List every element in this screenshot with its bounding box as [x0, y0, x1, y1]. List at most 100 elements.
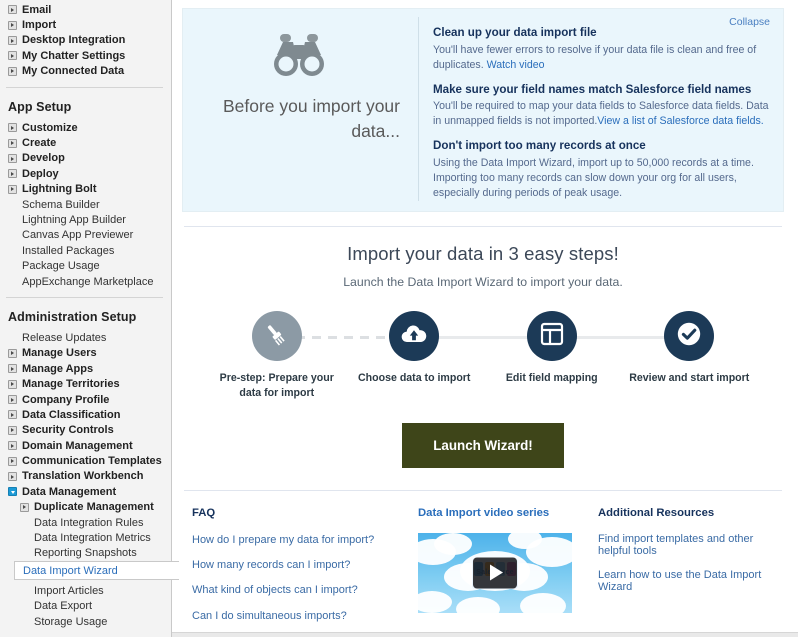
sidebar-item-label: Storage Usage — [34, 616, 107, 628]
sidebar-item-label: Import Articles — [34, 585, 104, 597]
sidebar-item-label: Create — [22, 137, 56, 149]
chevron-right-icon[interactable] — [8, 441, 17, 450]
play-icon[interactable] — [473, 557, 517, 588]
chevron-right-icon[interactable] — [8, 472, 17, 481]
launch-wizard-button[interactable]: Launch Wizard! — [402, 423, 564, 468]
step-edit-field-mapping[interactable]: Edit field mapping — [483, 311, 621, 386]
sidebar-item-domain-management[interactable]: Domain Management — [0, 438, 171, 453]
sidebar-item-translation-workbench[interactable]: Translation Workbench — [0, 469, 171, 484]
sidebar-item-storage-usage[interactable]: Storage Usage — [0, 614, 171, 629]
step-choose-data[interactable]: Choose data to import — [346, 311, 484, 386]
faq-link[interactable]: How many records can I import? — [192, 558, 418, 572]
sidebar-item-label: Email — [22, 4, 51, 16]
sidebar-item-manage-apps[interactable]: Manage Apps — [0, 361, 171, 376]
sidebar-item-package-usage[interactable]: Package Usage — [0, 258, 171, 273]
watch-video-link[interactable]: Watch video — [487, 59, 545, 71]
sidebar-item-my-chatter-settings[interactable]: My Chatter Settings — [0, 48, 171, 63]
sidebar-item-label: Translation Workbench — [22, 470, 143, 482]
sidebar-item-lightning-bolt[interactable]: Lightning Bolt — [0, 182, 171, 197]
chevron-right-icon[interactable] — [8, 410, 17, 419]
sidebar-item-label: Manage Territories — [22, 378, 120, 390]
sidebar-item-data-integration-rules[interactable]: Data Integration Rules — [0, 515, 171, 530]
horizontal-scrollbar[interactable] — [172, 632, 798, 637]
banner-headline: Before you import your data... — [195, 94, 402, 145]
sidebar-item-data-integration-metrics[interactable]: Data Integration Metrics — [0, 530, 171, 545]
sidebar-item-security-controls[interactable]: Security Controls — [0, 423, 171, 438]
chevron-right-icon[interactable] — [20, 503, 29, 512]
step-connector — [434, 336, 533, 339]
chevron-right-icon[interactable] — [8, 169, 17, 178]
sidebar-item-company-profile[interactable]: Company Profile — [0, 392, 171, 407]
sidebar-item-data-export[interactable]: Data Export — [0, 599, 171, 614]
chevron-right-icon[interactable] — [8, 51, 17, 60]
sidebar-item-communication-templates[interactable]: Communication Templates — [0, 453, 171, 468]
sidebar-item-schema-builder[interactable]: Schema Builder — [0, 197, 171, 212]
chevron-right-icon[interactable] — [8, 139, 17, 148]
sidebar-item-manage-users[interactable]: Manage Users — [0, 346, 171, 361]
sidebar-item-import[interactable]: Import — [0, 17, 171, 32]
sidebar-item-lightning-app-builder[interactable]: Lightning App Builder — [0, 212, 171, 227]
sidebar-item-label: Manage Apps — [22, 363, 93, 375]
chevron-right-icon[interactable] — [8, 349, 17, 358]
sidebar-item-label: Company Profile — [22, 394, 109, 406]
sidebar-item-create[interactable]: Create — [0, 135, 171, 150]
sidebar-item-data-management[interactable]: Data Management — [0, 484, 171, 499]
step-review-and-start[interactable]: Review and start import — [621, 311, 759, 386]
video-thumbnail[interactable]: Salesforce — [418, 533, 572, 613]
chevron-right-icon[interactable] — [8, 123, 17, 132]
sidebar-item-email[interactable]: Email — [0, 2, 171, 17]
sidebar-section-administration-setup: Administration Setup — [0, 304, 171, 330]
sidebar-item-installed-packages[interactable]: Installed Packages — [0, 243, 171, 258]
sidebar-item-release-updates[interactable]: Release Updates — [0, 330, 171, 345]
resources-column: Additional Resources Find import templat… — [586, 507, 776, 637]
steps-title: Import your data in 3 easy steps! — [178, 243, 788, 265]
resource-link[interactable]: Find import templates and other helpful … — [598, 533, 776, 557]
step-circle — [664, 311, 714, 361]
chevron-right-icon[interactable] — [8, 154, 17, 163]
sidebar-item-duplicate-management[interactable]: Duplicate Management — [0, 500, 171, 515]
sidebar-item-data-import-wizard[interactable]: Data Import Wizard — [14, 561, 179, 580]
sidebar-item-appexchange-marketplace[interactable]: AppExchange Marketplace — [0, 274, 171, 289]
sidebar-item-label: Import — [22, 19, 56, 31]
sidebar-item-customize[interactable]: Customize — [0, 120, 171, 135]
sidebar-item-label: Customize — [22, 122, 78, 134]
collapse-link[interactable]: Collapse — [729, 16, 770, 28]
step-prepare-data[interactable]: Pre-step: Prepare your data for import — [208, 311, 346, 401]
step-label: Choose data to import — [358, 371, 470, 386]
check-circle-icon — [676, 321, 702, 352]
chevron-right-icon[interactable] — [8, 5, 17, 14]
sidebar-item-label: Data Export — [34, 600, 92, 612]
sidebar-divider — [6, 87, 163, 88]
sidebar-item-label: Data Management — [22, 486, 116, 498]
sidebar-item-label: Manage Users — [22, 347, 97, 359]
chevron-down-icon[interactable] — [8, 487, 17, 496]
chevron-right-icon[interactable] — [8, 457, 17, 466]
chevron-right-icon[interactable] — [8, 67, 17, 76]
sidebar-item-label: AppExchange Marketplace — [22, 276, 153, 288]
sidebar-item-deploy[interactable]: Deploy — [0, 166, 171, 181]
sidebar-item-import-articles[interactable]: Import Articles — [0, 583, 171, 598]
steps-subtitle: Launch the Data Import Wizard to import … — [178, 275, 788, 289]
sidebar-item-develop[interactable]: Develop — [0, 151, 171, 166]
chevron-right-icon[interactable] — [8, 185, 17, 194]
chevron-right-icon[interactable] — [8, 395, 17, 404]
banner-tips: Clean up your data import file You'll ha… — [419, 17, 771, 201]
sidebar-item-reporting-snapshots[interactable]: Reporting Snapshots — [0, 546, 171, 561]
faq-link[interactable]: What kind of objects can I import? — [192, 583, 418, 597]
faq-link[interactable]: How do I prepare my data for import? — [192, 533, 418, 547]
view-salesforce-fields-link[interactable]: View a list of Salesforce data fields. — [597, 115, 763, 127]
chevron-right-icon[interactable] — [8, 21, 17, 30]
sidebar-item-canvas-app-previewer[interactable]: Canvas App Previewer — [0, 228, 171, 243]
chevron-right-icon[interactable] — [8, 380, 17, 389]
sidebar-item-desktop-integration[interactable]: Desktop Integration — [0, 33, 171, 48]
chevron-right-icon[interactable] — [8, 36, 17, 45]
chevron-right-icon[interactable] — [8, 426, 17, 435]
sidebar-item-my-connected-data[interactable]: My Connected Data — [0, 64, 171, 79]
faq-link[interactable]: Can I do simultaneous imports? — [192, 609, 418, 623]
sidebar-item-data-classification[interactable]: Data Classification — [0, 407, 171, 422]
sidebar-item-label: My Chatter Settings — [22, 50, 125, 62]
sidebar-item-manage-territories[interactable]: Manage Territories — [0, 376, 171, 391]
chevron-right-icon[interactable] — [8, 364, 17, 373]
video-series-title[interactable]: Data Import video series — [418, 507, 586, 519]
resource-link[interactable]: Learn how to use the Data Import Wizard — [598, 569, 776, 593]
